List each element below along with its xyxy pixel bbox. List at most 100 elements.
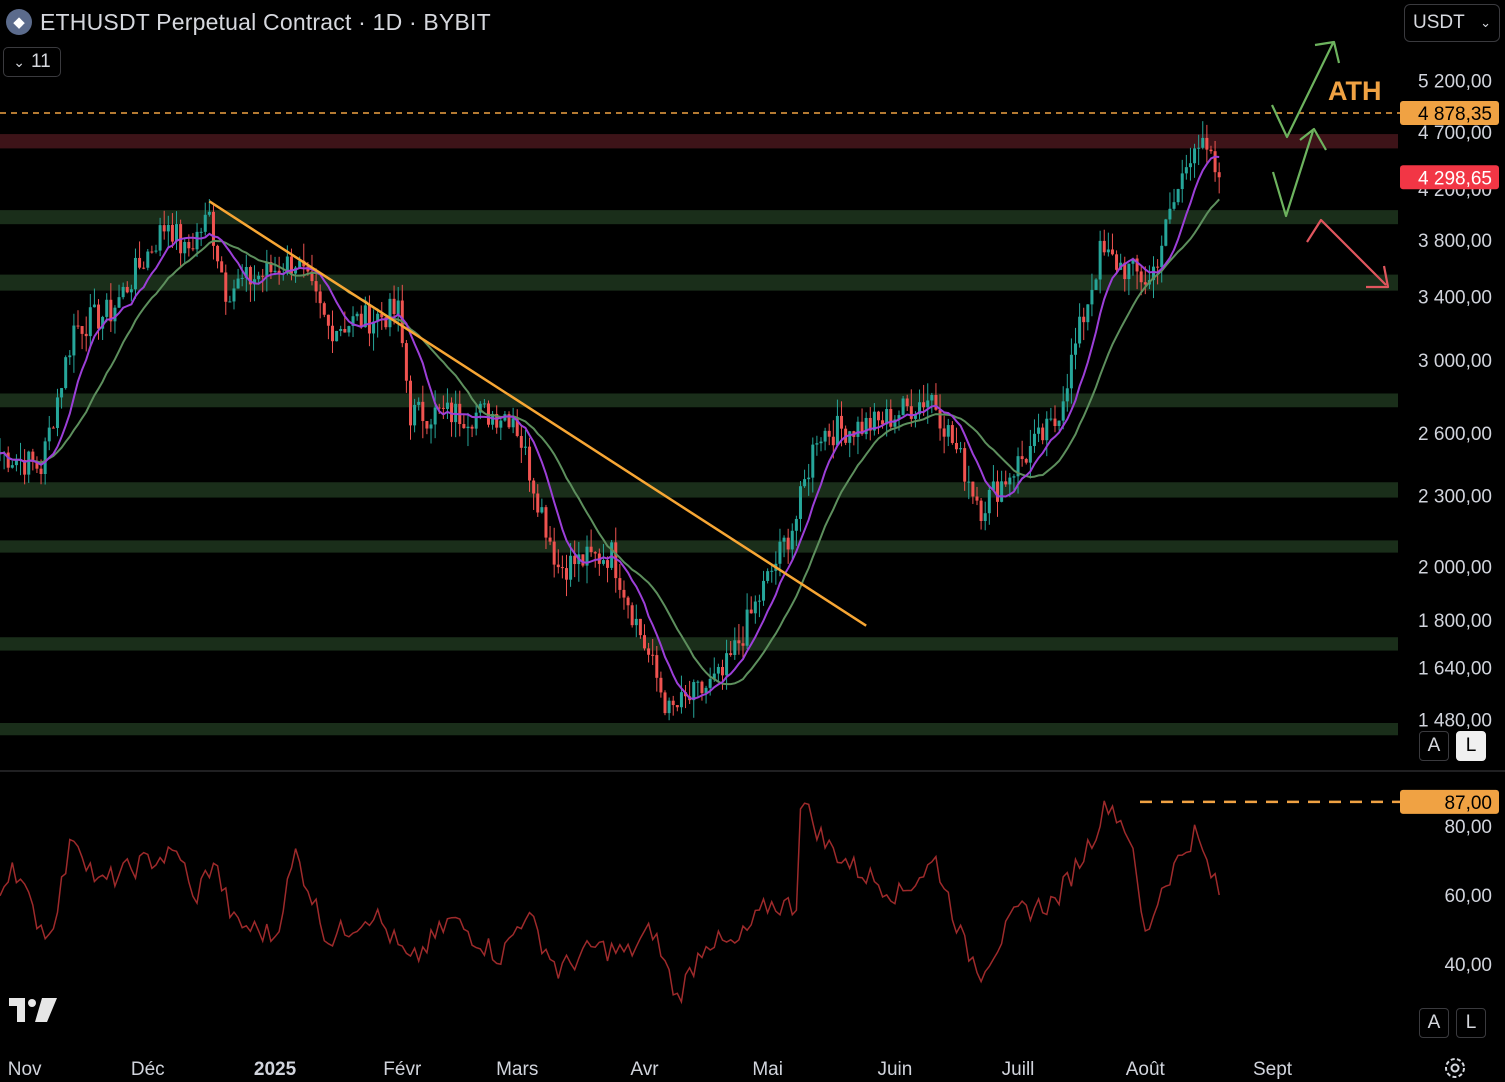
candle-body [848, 431, 852, 443]
candle-body [195, 231, 199, 250]
candle-body [14, 460, 18, 466]
symbol-title[interactable]: ETHUSDT Perpetual Contract · 1D · BYBIT [40, 9, 491, 36]
candle-body [1180, 173, 1184, 190]
price-tick-label[interactable]: 3 800,00 [1418, 231, 1492, 252]
candle-body [113, 307, 117, 322]
candle-body [1000, 481, 1004, 502]
time-tick-label[interactable]: Mai [752, 1059, 783, 1080]
candle-body [429, 424, 433, 429]
price-tick-label[interactable]: 2 600,00 [1418, 424, 1492, 445]
price-tick-label[interactable]: 5 200,00 [1418, 71, 1492, 92]
price-tick-label[interactable]: 4 700,00 [1418, 123, 1492, 144]
price-tick-label[interactable]: 3 400,00 [1418, 288, 1492, 309]
candle [409, 375, 412, 440]
candle-body [1078, 316, 1082, 344]
price-tick-label[interactable]: 1 800,00 [1418, 611, 1492, 632]
candle-body [355, 313, 359, 317]
time-tick-label[interactable]: Août [1126, 1059, 1166, 1080]
time-tick-label[interactable]: Avr [630, 1059, 659, 1080]
candle-body [84, 333, 88, 337]
candle [827, 423, 831, 446]
candle [1094, 278, 1098, 291]
candle-body [1102, 240, 1106, 253]
candle-body [926, 400, 930, 408]
indicators-toggle-button[interactable]: ⌄ 11 [3, 47, 61, 77]
time-tick-label[interactable]: Févr [383, 1059, 422, 1080]
candle [1193, 143, 1197, 178]
price-tick-label[interactable]: 1 640,00 [1418, 658, 1492, 679]
candle [684, 685, 688, 709]
slow-ma-line [0, 198, 1220, 686]
candle [1020, 440, 1024, 467]
candle [803, 469, 807, 488]
candle-body [236, 278, 240, 289]
osc-auto-scale-button[interactable]: A [1419, 1008, 1449, 1038]
candle-body [905, 398, 909, 407]
candle [105, 293, 109, 323]
chart-header[interactable]: ◆ ETHUSDT Perpetual Contract · 1D · BYBI… [6, 6, 491, 38]
oscillator-tick-label[interactable]: 60,00 [1444, 886, 1492, 907]
oscillator-tick-label[interactable]: 80,00 [1444, 817, 1492, 838]
candle-body [823, 430, 827, 442]
time-tick-label[interactable]: Juin [877, 1059, 912, 1080]
candle [76, 310, 80, 330]
price-chart[interactable]: ATH 5 200,004 700,004 200,003 800,003 40… [0, 0, 1505, 1080]
candle-body [831, 436, 835, 446]
time-tick-label[interactable]: 2025 [254, 1059, 297, 1080]
candle-body [876, 411, 880, 421]
candle-body [1188, 163, 1192, 168]
candle [876, 410, 880, 435]
gear-icon[interactable] [1441, 1054, 1469, 1082]
candle-body [1143, 282, 1147, 285]
candle-body [499, 420, 503, 428]
candle [220, 256, 224, 273]
price-axis[interactable]: 5 200,004 700,004 200,003 800,003 400,00… [1400, 71, 1499, 732]
time-tick-label[interactable]: Juill [1002, 1059, 1035, 1080]
candle [339, 325, 343, 337]
time-tick-label[interactable]: Nov [8, 1059, 42, 1080]
candle-body [564, 568, 568, 580]
candle-body [257, 275, 261, 280]
candle-body [142, 267, 146, 269]
oscillator-axis[interactable]: 80,00 60,00 40,00 87,00 [1400, 789, 1499, 976]
candle [790, 523, 794, 560]
candle-body [347, 326, 351, 333]
osc-log-scale-button[interactable]: L [1456, 1008, 1486, 1038]
candle-body [314, 281, 318, 292]
price-tick-label[interactable]: 1 480,00 [1418, 711, 1492, 732]
currency-select[interactable]: USDT ⌄ [1404, 4, 1500, 42]
candle [1115, 250, 1119, 273]
price-tick-label[interactable]: 3 000,00 [1418, 351, 1492, 372]
price-tick-label[interactable]: 2 300,00 [1418, 486, 1492, 507]
candle [663, 690, 667, 716]
candle-body [1184, 167, 1188, 174]
price-tick-label[interactable]: 2 000,00 [1418, 557, 1492, 578]
candle [770, 565, 774, 583]
candle [1176, 188, 1180, 206]
tradingview-logo[interactable] [9, 998, 57, 1022]
ath-label: ATH [1328, 76, 1382, 106]
candle [388, 293, 392, 337]
support-zone [0, 637, 1398, 651]
time-axis[interactable]: Nov Déc 2025 Févr Mars Avr Mai Juin Juill Août Sep… [8, 1059, 1293, 1080]
candle-body [569, 555, 573, 580]
candle [133, 248, 137, 299]
oscillator-tick-label[interactable]: 40,00 [1444, 955, 1492, 976]
auto-scale-button[interactable]: A [1419, 731, 1449, 761]
log-scale-button[interactable]: L [1456, 731, 1486, 761]
candle-body [663, 692, 667, 714]
candle-body [92, 304, 96, 308]
candle [1184, 154, 1188, 180]
candle [1102, 229, 1106, 256]
candle-body [909, 406, 913, 419]
candle [404, 339, 408, 393]
time-tick-label[interactable]: Déc [131, 1059, 165, 1080]
time-tick-label[interactable]: Sept [1253, 1059, 1293, 1080]
candle-body [207, 211, 211, 215]
time-tick-label[interactable]: Mars [496, 1059, 538, 1080]
candle-body [626, 597, 630, 606]
candle [720, 659, 724, 690]
candle-body [749, 609, 753, 614]
candle [1074, 327, 1078, 370]
candle-body [470, 426, 474, 429]
